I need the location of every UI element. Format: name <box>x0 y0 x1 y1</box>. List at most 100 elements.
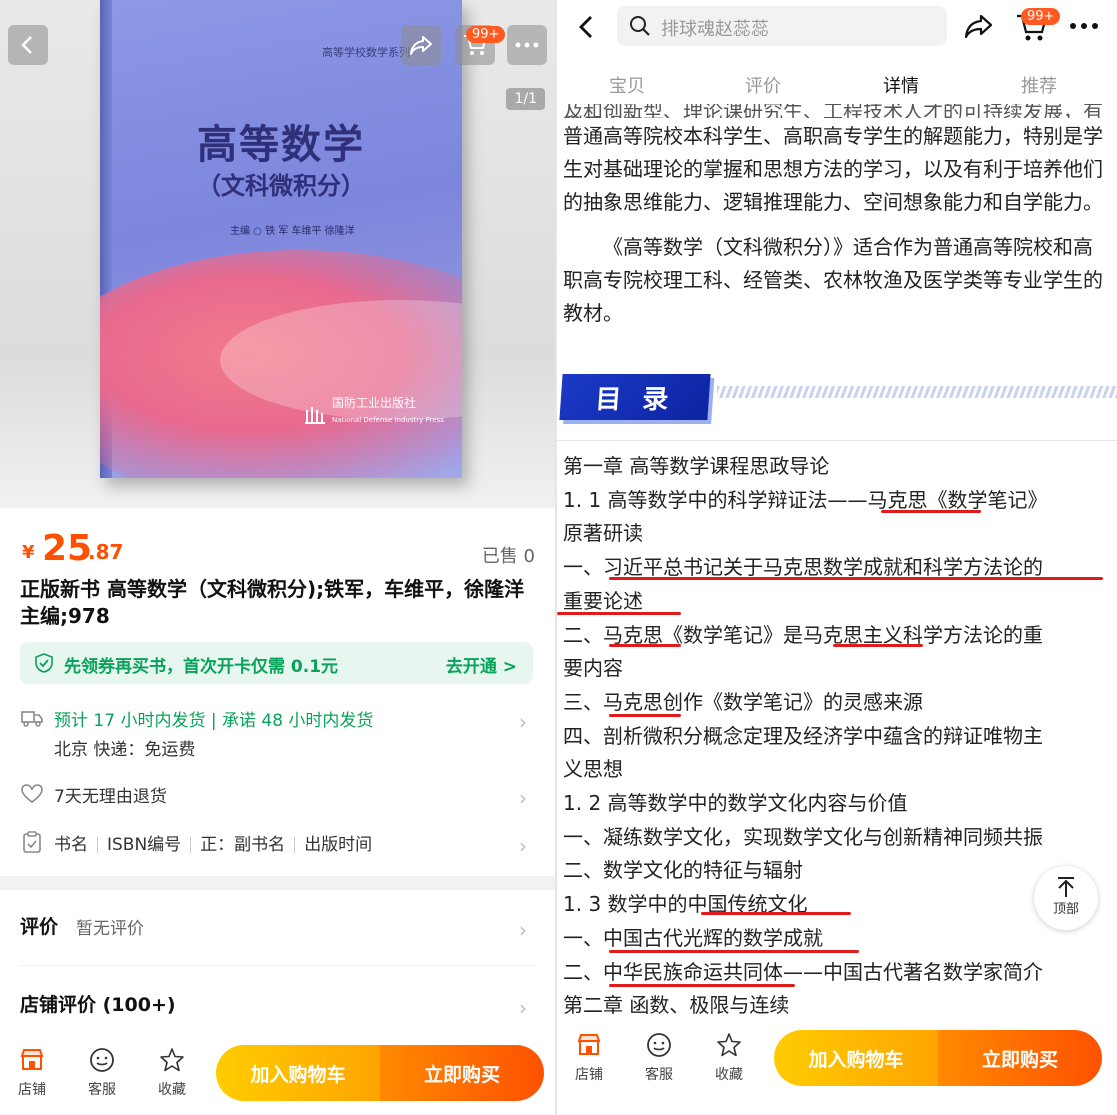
review-sub: 暂无评价 <box>76 919 144 939</box>
share-button[interactable] <box>401 25 441 65</box>
service-tab[interactable]: 客服 <box>80 1047 124 1099</box>
book-subtitle: （文科微积分） <box>197 171 365 200</box>
bottom-bar: 店铺 客服 收藏 加入购物车 立即购买 <box>0 1035 555 1115</box>
tab-details[interactable]: 详情 <box>883 72 919 98</box>
book-series: 高等学校数学系列 <box>322 46 410 59</box>
toc-header-label: 目 录 <box>559 374 711 420</box>
back-button[interactable] <box>8 25 48 65</box>
params-list: 书名 ISBN编号 正：副书名 出版时间 <box>54 830 372 855</box>
tab-item[interactable]: 宝贝 <box>609 72 645 98</box>
toc-header: 目 录 <box>557 366 1117 436</box>
product-image-area[interactable]: 高等学校数学系列 高等数学 （文科微积分） 主编 ○ 铁 军 车维平 徐隆洋 国… <box>0 0 555 508</box>
shop-tab-label: 店铺 <box>575 1067 603 1083</box>
red-underline <box>833 644 923 647</box>
detail-page: 排球魂赵蕊蕊 99+ 宝贝 评价 详情 推荐 及和创新型、理论课研究生、工程技术… <box>557 0 1117 1115</box>
toc-line: 二、马克思《数学笔记》是马克思主义科学方法论的重 <box>563 622 1043 647</box>
arrow-up-icon <box>1058 877 1074 897</box>
tab-reviews[interactable]: 评价 <box>745 72 781 98</box>
fav-tab-label: 收藏 <box>158 1082 186 1098</box>
publisher-logo-icon <box>305 407 325 424</box>
star-icon <box>160 1048 184 1072</box>
params-row[interactable]: 书名 ISBN编号 正：副书名 出版时间 › <box>20 828 535 858</box>
search-input[interactable]: 排球魂赵蕊蕊 <box>617 6 947 46</box>
add-to-cart-button[interactable]: 加入购物车 <box>774 1030 938 1086</box>
toc-line: 第二章 函数、极限与连续 <box>563 993 790 1018</box>
more-icon <box>515 42 539 48</box>
back-to-top-button[interactable]: 顶部 <box>1034 866 1098 930</box>
search-placeholder: 排球魂赵蕊蕊 <box>661 19 769 40</box>
shipping-estimate: 预计 17 小时内发货 | 承诺 48 小时内发货 <box>54 711 374 731</box>
param-isbn: ISBN编号 <box>107 835 182 855</box>
fav-tab[interactable]: 收藏 <box>150 1047 194 1099</box>
cart-badge: 99+ <box>466 26 506 43</box>
heart-icon <box>21 784 43 803</box>
fav-tab[interactable]: 收藏 <box>707 1032 751 1084</box>
red-underline <box>609 950 859 953</box>
service-tab-label: 客服 <box>645 1067 673 1083</box>
tab-bar: 宝贝 评价 详情 推荐 <box>557 66 1117 102</box>
toc-list: 第一章 高等数学课程思政导论 1. 1 高等数学中的科学辩证法——马克思《数学笔… <box>563 450 1113 1023</box>
service-icon <box>647 1033 671 1057</box>
returns-row[interactable]: 7天无理由退货 › <box>20 780 535 810</box>
store-icon <box>577 1034 601 1055</box>
cta-group: 加入购物车 立即购买 <box>216 1045 544 1101</box>
red-underline <box>701 912 851 915</box>
book-publisher-en: National Defense Industry Press <box>332 416 444 424</box>
shop-tab[interactable]: 店铺 <box>10 1047 54 1099</box>
shop-tab-label: 店铺 <box>18 1082 46 1098</box>
add-to-cart-button[interactable]: 加入购物车 <box>216 1045 380 1101</box>
chevron-right-icon: › <box>519 834 527 858</box>
store-icon <box>20 1049 44 1070</box>
review-row[interactable]: 评价 暂无评价 › <box>20 912 535 942</box>
shop-tab[interactable]: 店铺 <box>567 1032 611 1084</box>
more-button[interactable] <box>507 25 547 65</box>
description-para: 《高等数学（文科微积分）》适合作为普通高等院校和高职高专院校理工科、经管类、农林… <box>563 235 1103 325</box>
toc-header-hatch <box>717 386 1117 398</box>
price-row: ¥ 25 .87 已售 0 <box>20 528 535 569</box>
book-authors: 主编 ○ 铁 军 车维平 徐隆洋 <box>230 226 355 237</box>
chevron-right-icon: › <box>519 996 527 1020</box>
toc-line: 二、数学文化的特征与辐射 <box>563 858 803 883</box>
more-icon[interactable] <box>1069 22 1099 30</box>
description-para: 普通高等院校本科学生、高职高专学生的解题能力，特别是学生对基础理论的掌握和思想方… <box>563 124 1103 214</box>
red-underline <box>557 612 681 615</box>
book-title: 高等数学 <box>197 121 365 168</box>
coupon-text: 先领券再买书，首次开卡仅需 0.1元 <box>64 657 339 677</box>
coupon-banner[interactable]: 先领券再买书，首次开卡仅需 0.1元 去开通 > <box>20 642 533 684</box>
cut-line: 及和创新型、理论课研究生、工程技术人才的可持续发展，有利于提高 <box>563 104 1103 118</box>
buy-now-button[interactable]: 立即购买 <box>380 1045 544 1101</box>
buy-now-button[interactable]: 立即购买 <box>938 1030 1102 1086</box>
divider <box>557 440 1117 441</box>
coupon-action[interactable]: 去开通 > <box>446 652 517 677</box>
toc-line: 义思想 <box>563 757 623 782</box>
section-gap <box>0 876 555 890</box>
search-icon <box>630 16 650 36</box>
shipping-row[interactable]: 预计 17 小时内发货 | 承诺 48 小时内发货 北京 快递：免运费 › <box>20 704 535 764</box>
param-subtitle: 正：副书名 <box>200 835 286 855</box>
price-symbol: ¥ <box>22 542 35 563</box>
toc-line: 原著研读 <box>563 521 643 546</box>
share-icon[interactable] <box>963 12 995 40</box>
chevron-left-icon[interactable] <box>575 12 599 42</box>
toc-line: 第一章 高等数学课程思政导论 <box>563 454 830 478</box>
shop-review-row[interactable]: 店铺评价 (100+) › <box>20 990 535 1020</box>
truck-icon <box>21 711 43 727</box>
tab-recommend[interactable]: 推荐 <box>1021 72 1057 98</box>
toc-line: 1. 1 高等数学中的科学辩证法——马克思《数学笔记》 <box>563 487 1048 512</box>
service-tab-label: 客服 <box>88 1082 116 1098</box>
screenshot: 高等学校数学系列 高等数学 （文科微积分） 主编 ○ 铁 军 车维平 徐隆洋 国… <box>0 0 1117 1115</box>
book-cover: 高等学校数学系列 高等数学 （文科微积分） 主编 ○ 铁 军 车维平 徐隆洋 国… <box>100 0 462 478</box>
service-icon <box>90 1048 114 1072</box>
shop-review-label: 店铺评价 (100+) <box>20 994 176 1016</box>
service-tab[interactable]: 客服 <box>637 1032 681 1084</box>
cta-group: 加入购物车 立即购买 <box>774 1030 1102 1086</box>
price-decimal: .87 <box>88 540 124 564</box>
red-underline <box>609 714 681 717</box>
fav-tab-label: 收藏 <box>715 1067 743 1083</box>
param-name: 书名 <box>54 835 88 855</box>
chevron-right-icon: › <box>519 786 527 810</box>
param-date: 出版时间 <box>304 835 373 855</box>
red-underline <box>881 510 981 513</box>
book-publisher: 国防工业出版社 <box>332 396 417 410</box>
star-icon <box>717 1033 741 1057</box>
